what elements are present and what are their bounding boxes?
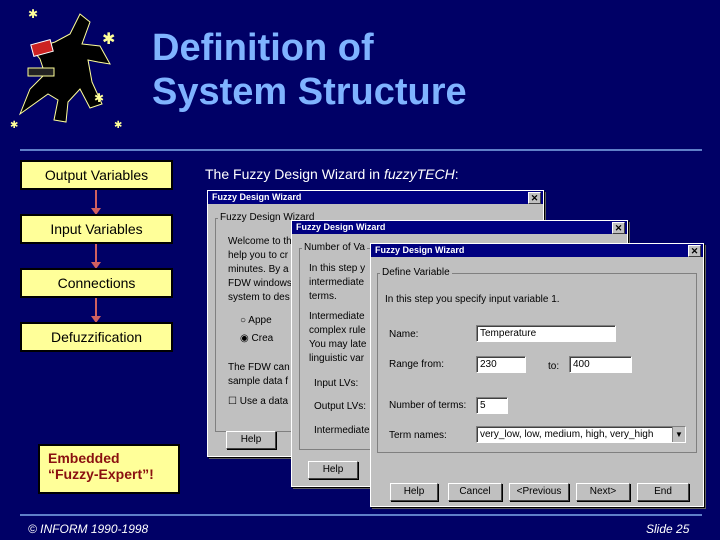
output-lvs-label: Output LVs: <box>314 401 367 412</box>
number-of-terms-input[interactable]: 5 <box>476 397 508 414</box>
window-titlebar: Fuzzy Design Wizard ✕ <box>208 191 543 204</box>
text-line: Intermediate <box>309 311 365 322</box>
flow-step-output-variables: Output Variables <box>20 160 173 190</box>
intermediate-label: Intermediate <box>314 425 370 436</box>
dancing-figure-logo: ✱ ✱ ✱ ✱ ✱ <box>10 7 122 131</box>
bottom-rule <box>20 514 702 516</box>
window-title: Fuzzy Design Wizard <box>375 245 465 255</box>
window-title: Fuzzy Design Wizard <box>296 222 386 232</box>
flow-step-defuzzification: Defuzzification <box>20 322 173 352</box>
flow-step-label: Defuzzification <box>50 329 143 345</box>
use-data-checkbox[interactable]: ☐ Use a data <box>228 396 288 407</box>
range-from-input[interactable]: 230 <box>476 356 526 373</box>
flow-step-label: Output Variables <box>44 167 149 183</box>
window-titlebar: Fuzzy Design Wizard ✕ <box>292 221 627 234</box>
note-line-2: “Fuzzy-Expert”! <box>48 466 154 482</box>
subheading-product: fuzzyTECH <box>383 166 455 182</box>
radio-label: Appe <box>248 315 272 326</box>
subheading-suffix: : <box>454 166 459 182</box>
range-to-input[interactable]: 400 <box>569 356 632 373</box>
flow-step-input-variables: Input Variables <box>20 214 173 244</box>
group-label: Number of Va <box>302 242 367 253</box>
text-line: FDW windows <box>228 278 292 289</box>
text-line: minutes. By a <box>228 264 289 275</box>
cancel-button[interactable]: Cancel <box>448 483 502 501</box>
text-line: intermediate <box>309 277 365 288</box>
close-icon[interactable]: ✕ <box>688 245 701 257</box>
text-line: terms. <box>309 291 337 302</box>
text-line: The FDW can <box>228 362 290 373</box>
next-button[interactable]: Next> <box>576 483 630 501</box>
text-line: sample data f <box>228 376 289 387</box>
flow-connector <box>95 298 97 318</box>
text-line: Welcome to the <box>228 236 298 247</box>
text-line: complex rule <box>309 325 366 336</box>
svg-text:✱: ✱ <box>102 31 115 48</box>
flow-connector <box>95 190 97 210</box>
close-icon[interactable]: ✕ <box>612 222 625 234</box>
chevron-down-icon[interactable]: ▼ <box>672 427 685 442</box>
checkbox-label: Use a data <box>239 396 289 407</box>
close-icon[interactable]: ✕ <box>528 192 541 204</box>
end-button[interactable]: End <box>637 483 689 501</box>
text-line: You may late <box>309 339 367 350</box>
svg-text:✱: ✱ <box>114 120 122 131</box>
term-names-select[interactable]: very_low, low, medium, high, very_high ▼ <box>476 426 686 443</box>
text-line: system to des <box>228 292 290 303</box>
title-line-2: System Structure <box>152 71 467 113</box>
top-rule <box>20 149 702 151</box>
title-line-1: Definition of <box>152 27 374 69</box>
radio-append[interactable]: ○ Appe <box>240 315 272 326</box>
wizard-window-3: Fuzzy Design Wizard ✕ Define Variable In… <box>370 243 704 507</box>
text-line: help you to cr <box>228 250 289 261</box>
svg-text:✱: ✱ <box>28 7 38 21</box>
help-button[interactable]: Help <box>390 483 438 501</box>
copyright: © INFORM 1990-1998 <box>28 522 149 536</box>
flow-step-label: Connections <box>57 275 136 291</box>
embedded-expert-note: Embedded “Fuzzy-Expert”! <box>38 444 180 494</box>
page-title: Definition of System Structure <box>152 26 572 114</box>
flow-connector <box>95 244 97 264</box>
wizard-subheading: The Fuzzy Design Wizard in fuzzyTECH: <box>205 166 459 182</box>
svg-text:✱: ✱ <box>94 91 104 105</box>
range-from-label: Range from: <box>389 359 445 370</box>
intro-text: In this step you specify input variable … <box>385 294 560 305</box>
subheading-prefix: The Fuzzy Design Wizard in <box>205 166 384 182</box>
group-label: Define Variable <box>380 267 452 278</box>
window-titlebar: Fuzzy Design Wizard ✕ <box>371 244 703 257</box>
number-of-terms-label: Number of terms: <box>389 400 467 411</box>
flow-step-connections: Connections <box>20 268 173 298</box>
slide-number: Slide 25 <box>646 522 690 536</box>
term-names-value: very_low, low, medium, high, very_high <box>480 429 654 440</box>
input-lvs-label: Input LVs: <box>314 378 359 389</box>
text-line: linguistic var <box>309 353 365 364</box>
term-names-label: Term names: <box>389 430 447 441</box>
note-line-1: Embedded <box>48 450 120 466</box>
help-button[interactable]: Help <box>226 431 276 449</box>
svg-text:✱: ✱ <box>10 120 18 131</box>
name-label: Name: <box>389 329 419 340</box>
range-to-label: to: <box>548 361 560 372</box>
window-title: Fuzzy Design Wizard <box>212 192 302 202</box>
name-input[interactable]: Temperature <box>476 325 616 342</box>
text-line: In this step y <box>309 263 366 274</box>
radio-create[interactable]: ◉ Crea <box>240 333 273 344</box>
flow-step-label: Input Variables <box>50 221 143 237</box>
radio-label: Crea <box>251 333 274 344</box>
previous-button[interactable]: <Previous <box>509 483 569 501</box>
help-button[interactable]: Help <box>308 461 358 479</box>
